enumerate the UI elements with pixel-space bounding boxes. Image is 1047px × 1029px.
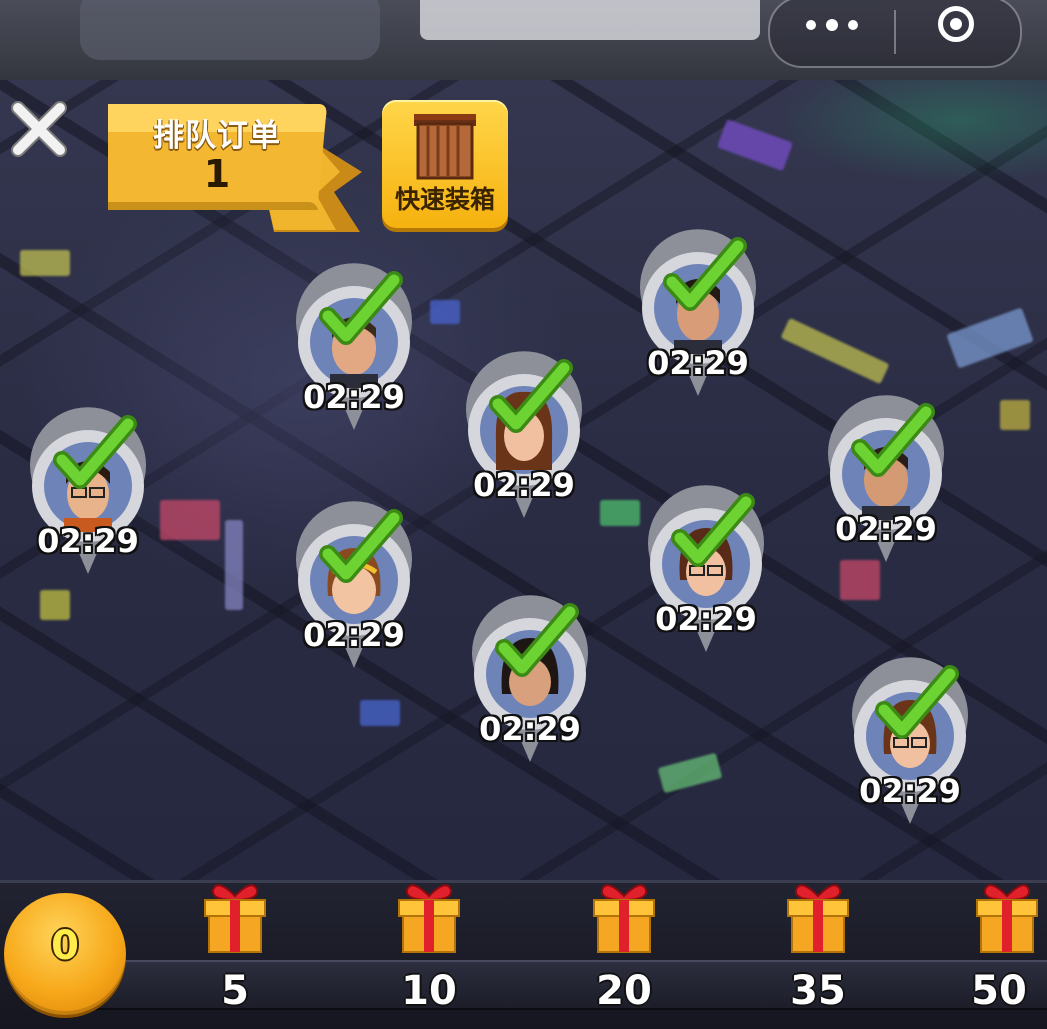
gift-icon: [787, 884, 849, 953]
gift-icon: [976, 884, 1038, 953]
crate-icon: [414, 114, 476, 180]
customer-timer: 02:29: [479, 710, 581, 748]
neon-sign: [225, 520, 243, 610]
customer-pin[interactable]: 02:29: [850, 656, 970, 826]
neon-sign: [946, 307, 1034, 369]
neon-sign: [40, 590, 70, 620]
customer-pin[interactable]: 02:29: [646, 484, 766, 654]
neon-sign: [657, 752, 723, 794]
gift-icon: [593, 884, 655, 953]
customer-pin[interactable]: 02:29: [470, 594, 590, 764]
close-icon[interactable]: [10, 100, 68, 158]
customer-pin[interactable]: 02:29: [294, 262, 414, 432]
top-status-strip: [0, 0, 1047, 80]
reward-milestone[interactable]: 10: [389, 880, 469, 1020]
milestone-label: 20: [596, 968, 652, 1014]
neon-sign: [780, 317, 890, 385]
customer-timer: 02:29: [655, 600, 757, 638]
neon-sign: [430, 300, 460, 324]
gift-icon: [398, 884, 460, 953]
milestone-label: 50: [971, 968, 1027, 1014]
customer-pin[interactable]: 02:29: [28, 406, 148, 576]
customer-pin[interactable]: 02:29: [294, 500, 414, 670]
reward-milestone[interactable]: 35: [778, 880, 858, 1020]
progress-counter: 0: [4, 893, 126, 1015]
customer-pin[interactable]: 02:29: [638, 228, 758, 398]
background-blur: [420, 0, 760, 40]
capsule-divider: [894, 10, 896, 54]
neon-sign: [360, 700, 400, 726]
milestone-label: 35: [790, 968, 846, 1014]
reward-milestone[interactable]: 5: [195, 880, 275, 1020]
customer-pin[interactable]: 02:29: [826, 394, 946, 564]
customer-timer: 02:29: [835, 510, 937, 548]
reward-milestone[interactable]: 20: [584, 880, 664, 1020]
queue-title: 排队订单: [153, 118, 281, 154]
customer-timer: 02:29: [859, 772, 961, 810]
reward-milestone[interactable]: 50: [967, 880, 1047, 1020]
quick-pack-button[interactable]: 快速装箱: [382, 100, 508, 228]
quick-pack-label: 快速装箱: [394, 185, 495, 214]
customer-timer: 02:29: [37, 522, 139, 560]
milestone-label: 10: [401, 968, 457, 1014]
customer-pin[interactable]: 02:29: [464, 350, 584, 520]
neon-sign: [600, 500, 640, 526]
neon-sign: [160, 500, 220, 540]
target-close-icon[interactable]: [938, 6, 974, 42]
queue-count: 1: [203, 152, 231, 196]
customer-timer: 02:29: [303, 378, 405, 416]
progress-counter-value: 0: [51, 923, 79, 969]
customer-timer: 02:29: [303, 616, 405, 654]
milestone-label: 5: [221, 968, 249, 1014]
neon-sign: [716, 118, 794, 172]
neon-sign: [1000, 400, 1030, 430]
mini-program-capsule: [768, 0, 1022, 68]
neon-sign: [20, 250, 70, 276]
customer-timer: 02:29: [647, 344, 749, 382]
gift-icon: [204, 884, 266, 953]
neon-sign: [840, 560, 880, 600]
background-blur: [80, 0, 380, 60]
more-dots-icon[interactable]: [806, 14, 862, 38]
customer-timer: 02:29: [473, 466, 575, 504]
